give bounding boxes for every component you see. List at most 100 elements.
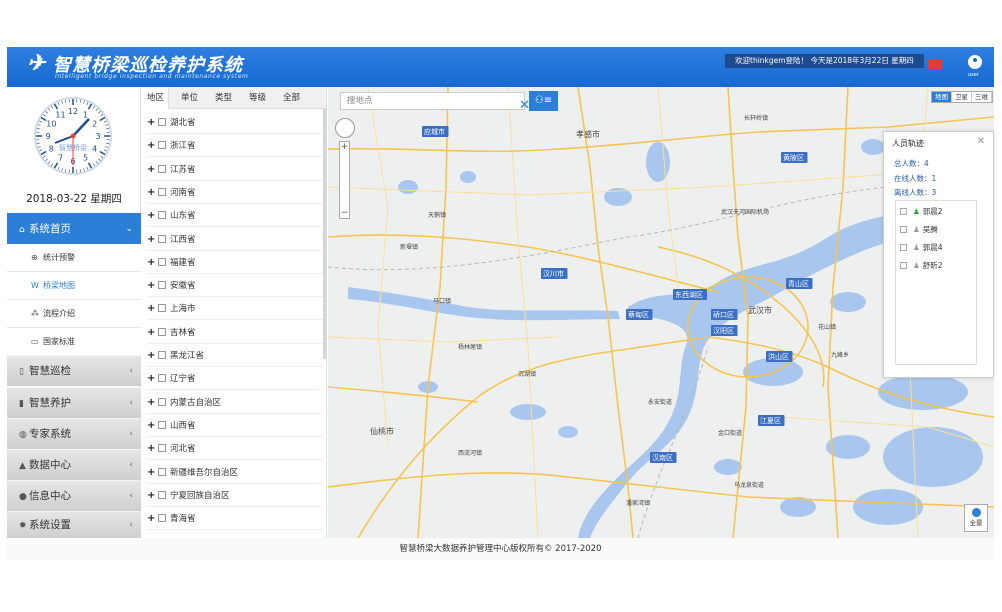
province-checkbox[interactable] [158, 118, 166, 126]
province-item[interactable]: + 河南省 [147, 181, 323, 204]
province-item[interactable]: + 上海市 [147, 297, 323, 321]
expand-icon[interactable]: + [147, 461, 157, 484]
nav-info-center[interactable]: ● 信息中心 ‹ [7, 480, 141, 511]
province-checkbox[interactable] [158, 257, 166, 266]
province-checkbox[interactable] [158, 327, 166, 336]
nav-expert-system[interactable]: ◍ 专家系统 ‹ [7, 418, 141, 449]
tab-type[interactable]: 类型 [215, 87, 232, 109]
subnav-process-intro[interactable]: ⁂ 流程介绍 [7, 300, 141, 328]
province-checkbox[interactable] [158, 420, 166, 429]
map-search-input[interactable]: 搜地点 ✕ [340, 92, 530, 113]
expand-icon[interactable]: + [147, 344, 157, 367]
expand-icon[interactable]: + [147, 158, 157, 181]
person-item[interactable]: ♟ 吴腾 [900, 224, 938, 235]
map-type-satellite[interactable]: 卫星 [952, 92, 972, 102]
clipboard-icon: ▯ [19, 367, 24, 377]
province-checkbox[interactable] [158, 397, 166, 406]
expand-icon[interactable]: + [147, 437, 157, 460]
expand-icon[interactable]: + [147, 367, 157, 390]
subnav-bridge-map[interactable]: W 桥梁地图 [7, 272, 141, 300]
expand-icon[interactable]: + [147, 134, 157, 157]
nav-data-center[interactable]: ▲ 数据中心 ‹ [7, 449, 141, 480]
province-checkbox[interactable] [158, 351, 166, 359]
nav-smart-inspection[interactable]: ▯ 智慧巡检 ‹ [7, 355, 141, 386]
province-item[interactable]: + 黑龙江省 [147, 344, 323, 367]
expand-icon[interactable]: + [147, 204, 157, 227]
province-name: 河南省 [170, 187, 196, 198]
province-checkbox[interactable] [158, 141, 166, 150]
zoom-slider[interactable]: + − [339, 141, 350, 219]
expand-icon[interactable]: + [147, 251, 157, 274]
province-item[interactable]: + 吉林省 [147, 321, 323, 344]
svg-text:金口街道: 金口街道 [718, 429, 742, 437]
nav-smart-maintenance[interactable]: ▮ 智慧养护 ‹ [7, 387, 141, 418]
province-checkbox[interactable] [158, 374, 166, 383]
expand-icon[interactable]: + [147, 274, 157, 297]
expand-icon[interactable]: + [147, 414, 157, 437]
tab-region[interactable]: 地区 [141, 87, 169, 109]
person-checkbox[interactable] [900, 208, 907, 215]
province-item[interactable]: + 辽宁省 [147, 367, 323, 391]
route-search-button[interactable]: ⚇≡ [529, 91, 558, 111]
expand-icon[interactable]: + [147, 321, 157, 344]
province-checkbox[interactable] [158, 304, 166, 313]
tree-scrollbar[interactable] [323, 109, 326, 359]
chevron-down-icon: ⌄ [125, 224, 133, 234]
province-checkbox[interactable] [158, 467, 166, 476]
person-checkbox[interactable] [900, 226, 907, 233]
expand-icon[interactable]: + [147, 484, 157, 507]
province-item[interactable]: + 福建省 [147, 251, 323, 274]
province-item[interactable]: + 山东省 [147, 204, 323, 228]
person-item[interactable]: ♟ 郭晨4 [900, 242, 943, 253]
subnav-national-standard[interactable]: ▭ 国家标准 [7, 328, 141, 356]
person-item[interactable]: ♟ 郭晨2 [900, 206, 943, 217]
close-icon[interactable]: ✕ [977, 136, 985, 147]
province-checkbox[interactable] [158, 164, 166, 173]
map-place-label: 汉川市 [541, 268, 568, 279]
tab-all[interactable]: 全部 [283, 87, 300, 109]
province-item[interactable]: + 内蒙古自治区 [147, 391, 323, 414]
province-item[interactable]: + 山西省 [147, 414, 323, 437]
province-item[interactable]: + 新疆维吾尔自治区 [147, 461, 323, 484]
province-checkbox[interactable] [158, 211, 166, 220]
province-item[interactable]: + 安徽省 [147, 274, 323, 298]
province-checkbox[interactable] [158, 281, 166, 290]
tab-grade[interactable]: 等级 [249, 87, 266, 109]
province-item[interactable]: + 浙江省 [147, 134, 323, 158]
expand-icon[interactable]: + [147, 297, 157, 320]
user-avatar-icon[interactable] [968, 55, 982, 69]
expand-icon[interactable]: + [147, 181, 157, 204]
expand-icon[interactable]: + [147, 111, 157, 134]
person-item[interactable]: ♟ 舒昕2 [900, 260, 943, 271]
nav-system-settings[interactable]: ✹ 系统设置 ‹ [7, 511, 141, 538]
app-header: ✈ 智慧桥梁巡检养护系统 Intelligent bridge inspecti… [7, 47, 994, 87]
nav-system-home[interactable]: ⌂ 系统首页 ⌄ [7, 212, 141, 244]
province-item[interactable]: + 江西省 [147, 228, 323, 251]
subnav-stat-warning[interactable]: ⊕ 统计预警 [7, 244, 141, 272]
user-label[interactable]: user [968, 72, 979, 78]
tab-unit[interactable]: 单位 [181, 87, 198, 109]
province-item[interactable]: + 宁夏回族自治区 [147, 484, 323, 507]
province-checkbox[interactable] [158, 490, 166, 499]
province-checkbox[interactable] [158, 234, 166, 243]
province-checkbox[interactable] [158, 444, 166, 453]
svg-text:1: 1 [83, 110, 88, 119]
person-checkbox[interactable] [900, 262, 907, 269]
province-item[interactable]: + 江苏省 [147, 158, 323, 181]
province-item[interactable]: + 湖北省 [147, 111, 323, 134]
pan-control-icon[interactable] [335, 118, 355, 138]
zoom-out-icon[interactable]: − [340, 208, 349, 218]
language-flag-icon[interactable] [928, 60, 942, 69]
province-item[interactable]: + 河北省 [147, 437, 323, 461]
panorama-button[interactable]: 全景 [964, 504, 988, 532]
map-type-map[interactable]: 地图 [932, 92, 952, 102]
province-item[interactable]: + 青海省 [147, 507, 323, 531]
person-checkbox[interactable] [900, 244, 907, 251]
expand-icon[interactable]: + [147, 507, 157, 530]
map-type-3d[interactable]: 三维 [972, 92, 992, 102]
expand-icon[interactable]: + [147, 228, 157, 251]
province-checkbox[interactable] [158, 187, 166, 196]
province-checkbox[interactable] [158, 514, 166, 523]
zoom-in-icon[interactable]: + [340, 142, 349, 152]
expand-icon[interactable]: + [147, 391, 157, 414]
